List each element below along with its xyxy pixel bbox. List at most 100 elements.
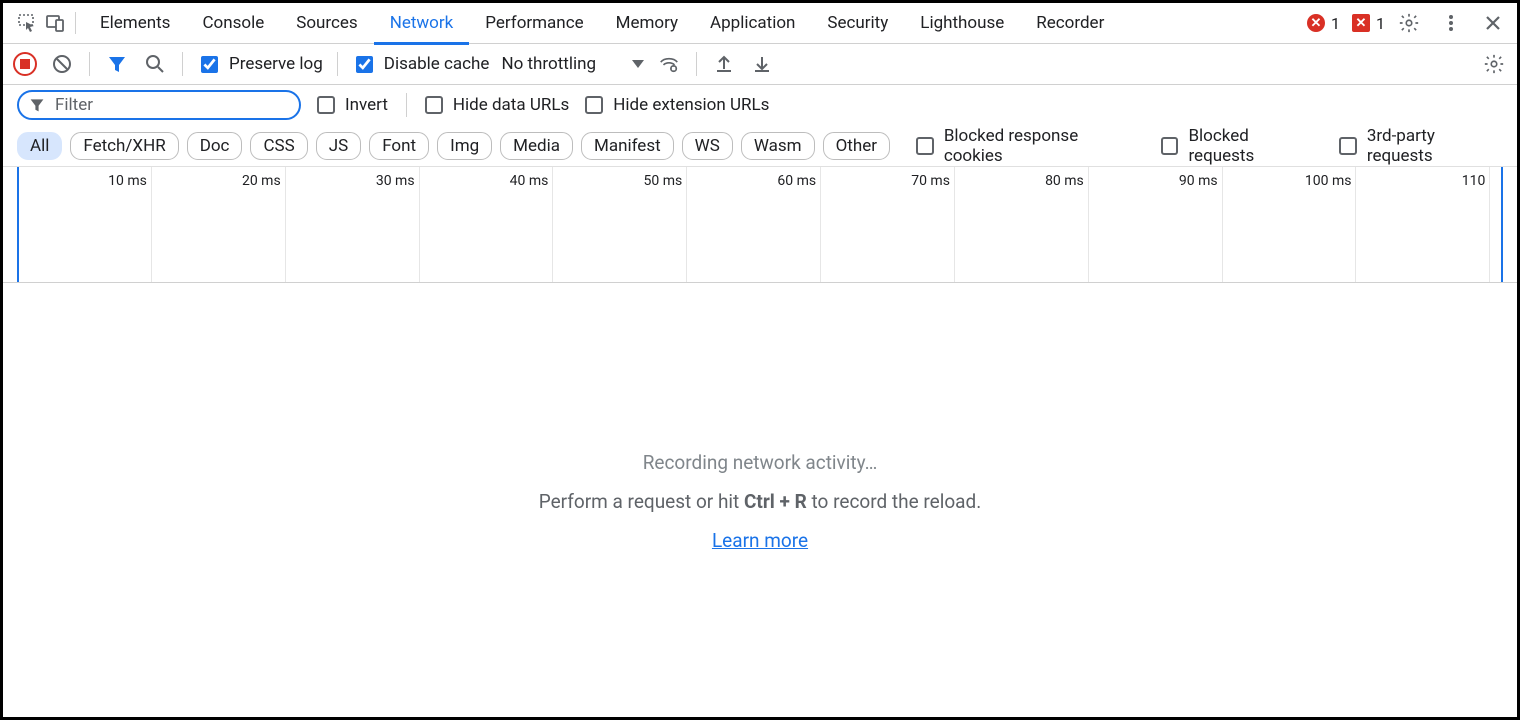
empty-state: Recording network activity… Perform a re… xyxy=(0,283,1520,720)
filter-pill-css[interactable]: CSS xyxy=(250,132,307,160)
divider xyxy=(75,12,76,34)
timeline-gridline xyxy=(1088,167,1089,282)
timeline-tick: 100 ms xyxy=(1305,173,1356,189)
filter-input-wrap[interactable] xyxy=(17,90,301,120)
tab-performance[interactable]: Performance xyxy=(469,3,599,44)
tab-lighthouse[interactable]: Lighthouse xyxy=(904,3,1020,44)
settings-gear-icon[interactable] xyxy=(1481,51,1507,77)
record-button[interactable] xyxy=(13,52,37,76)
tab-recorder[interactable]: Recorder xyxy=(1020,3,1120,44)
preserve-log-label: Preserve log xyxy=(229,54,323,74)
tab-network[interactable]: Network xyxy=(374,3,470,44)
search-icon[interactable] xyxy=(142,51,168,77)
error-count[interactable]: ✕ 1 xyxy=(1307,14,1340,33)
hide-data-urls-label: Hide data URLs xyxy=(453,95,569,115)
issue-count[interactable]: ✕ 1 xyxy=(1352,14,1385,33)
timeline-tick: 20 ms xyxy=(242,173,285,189)
tab-sources[interactable]: Sources xyxy=(280,3,373,44)
divider xyxy=(182,52,183,76)
hint-prefix: Perform a request or hit xyxy=(539,490,744,513)
network-conditions-icon[interactable] xyxy=(656,51,682,77)
invert-checkbox[interactable]: Invert xyxy=(317,95,388,115)
checkbox-box xyxy=(317,96,335,114)
timeline-tick: 90 ms xyxy=(1179,173,1222,189)
timeline-gridline xyxy=(686,167,687,282)
throttling-value: No throttling xyxy=(501,54,596,74)
chevron-down-icon xyxy=(632,60,644,68)
filter-pill-other[interactable]: Other xyxy=(823,132,890,160)
filter-toggle-icon[interactable] xyxy=(104,51,130,77)
filter-input[interactable] xyxy=(53,94,289,116)
filter-pill-js[interactable]: JS xyxy=(316,132,361,160)
filter-pill-doc[interactable]: Doc xyxy=(187,132,243,160)
clear-icon[interactable] xyxy=(49,51,75,77)
hint-shortcut: Ctrl + R xyxy=(744,490,807,513)
timeline-gridline xyxy=(552,167,553,282)
timeline-tick: 30 ms xyxy=(376,173,419,189)
close-icon[interactable] xyxy=(1479,9,1507,37)
third-party-requests-checkbox[interactable]: 3rd-party requests xyxy=(1339,126,1503,166)
blocked-requests-checkbox[interactable]: Blocked requests xyxy=(1161,126,1317,166)
inspect-element-icon[interactable] xyxy=(13,9,41,37)
disable-cache-label: Disable cache xyxy=(384,54,490,74)
invert-label: Invert xyxy=(345,95,388,115)
download-har-icon[interactable] xyxy=(749,51,775,77)
filter-pill-ws[interactable]: WS xyxy=(682,132,733,160)
gear-icon[interactable] xyxy=(1395,9,1423,37)
issue-icon: ✕ xyxy=(1352,14,1370,32)
checkbox-box xyxy=(585,96,603,114)
request-type-filter-row: All Fetch/XHR DocCSS JS Font Img Media Manifest… xyxy=(3,125,1517,167)
network-toolbar: Preserve log Disable cache No throttling xyxy=(3,44,1517,85)
preserve-log-input[interactable] xyxy=(201,56,218,73)
device-toolbar-icon[interactable] xyxy=(41,9,69,37)
checkbox-box xyxy=(425,96,443,114)
filter-pill-media[interactable]: Media xyxy=(500,132,573,160)
filter-row: Invert Hide data URLs Hide extension URL… xyxy=(3,85,1517,125)
timeline-overview[interactable]: 10 ms20 ms30 ms40 ms50 ms60 ms70 ms80 ms… xyxy=(3,167,1517,283)
hide-extension-urls-label: Hide extension URLs xyxy=(613,95,769,115)
tab-application[interactable]: Application xyxy=(694,3,811,44)
funnel-icon xyxy=(29,97,45,113)
timeline-gridline xyxy=(285,167,286,282)
disable-cache-checkbox[interactable]: Disable cache xyxy=(352,53,490,76)
filter-pill-all[interactable]: All xyxy=(17,132,62,160)
kebab-menu-icon[interactable] xyxy=(1437,9,1465,37)
tab-memory[interactable]: Memory xyxy=(600,3,694,44)
disable-cache-input[interactable] xyxy=(356,56,373,73)
tab-console[interactable]: Console xyxy=(186,3,280,44)
throttling-select[interactable]: No throttling xyxy=(501,54,644,74)
error-count-value: 1 xyxy=(1331,14,1340,33)
tab-security[interactable]: Security xyxy=(811,3,904,44)
timeline-gridline xyxy=(1355,167,1356,282)
hide-extension-urls-checkbox[interactable]: Hide extension URLs xyxy=(585,95,769,115)
divider xyxy=(406,93,407,117)
devtools-tab-bar: ElementsConsoleSourcesNetworkPerformance… xyxy=(3,3,1517,44)
status-counts: ✕ 1 ✕ 1 xyxy=(1307,14,1385,33)
timeline-tick: 40 ms xyxy=(510,173,553,189)
filter-pill-manifest[interactable]: Manifest xyxy=(581,132,674,160)
checkbox-box xyxy=(1339,137,1357,155)
filter-pill-font[interactable]: Font xyxy=(369,132,429,160)
timeline-tick: 70 ms xyxy=(911,173,954,189)
upload-har-icon[interactable] xyxy=(711,51,737,77)
filter-pill-img[interactable]: Img xyxy=(437,132,492,160)
preserve-log-checkbox[interactable]: Preserve log xyxy=(197,53,323,76)
tab-elements[interactable]: Elements xyxy=(84,3,186,44)
checkbox-box xyxy=(1161,137,1179,155)
divider xyxy=(337,52,338,76)
blocked-requests-label: Blocked requests xyxy=(1188,126,1317,166)
timeline-tick: 60 ms xyxy=(777,173,820,189)
blocked-response-cookies-label: Blocked response cookies xyxy=(944,126,1139,166)
timeline-gridline xyxy=(1222,167,1223,282)
filter-pill-fetch-xhr[interactable]: Fetch/XHR xyxy=(70,132,178,160)
timeline-tick: 50 ms xyxy=(644,173,687,189)
blocked-response-cookies-checkbox[interactable]: Blocked response cookies xyxy=(916,126,1139,166)
timeline-gridline xyxy=(820,167,821,282)
learn-more-link[interactable]: Learn more xyxy=(712,529,808,552)
hide-data-urls-checkbox[interactable]: Hide data URLs xyxy=(425,95,569,115)
issue-count-value: 1 xyxy=(1376,14,1385,33)
timeline-gridline xyxy=(419,167,420,282)
divider xyxy=(89,52,90,76)
filter-pill-wasm[interactable]: Wasm xyxy=(741,132,815,160)
third-party-requests-label: 3rd-party requests xyxy=(1367,126,1503,166)
